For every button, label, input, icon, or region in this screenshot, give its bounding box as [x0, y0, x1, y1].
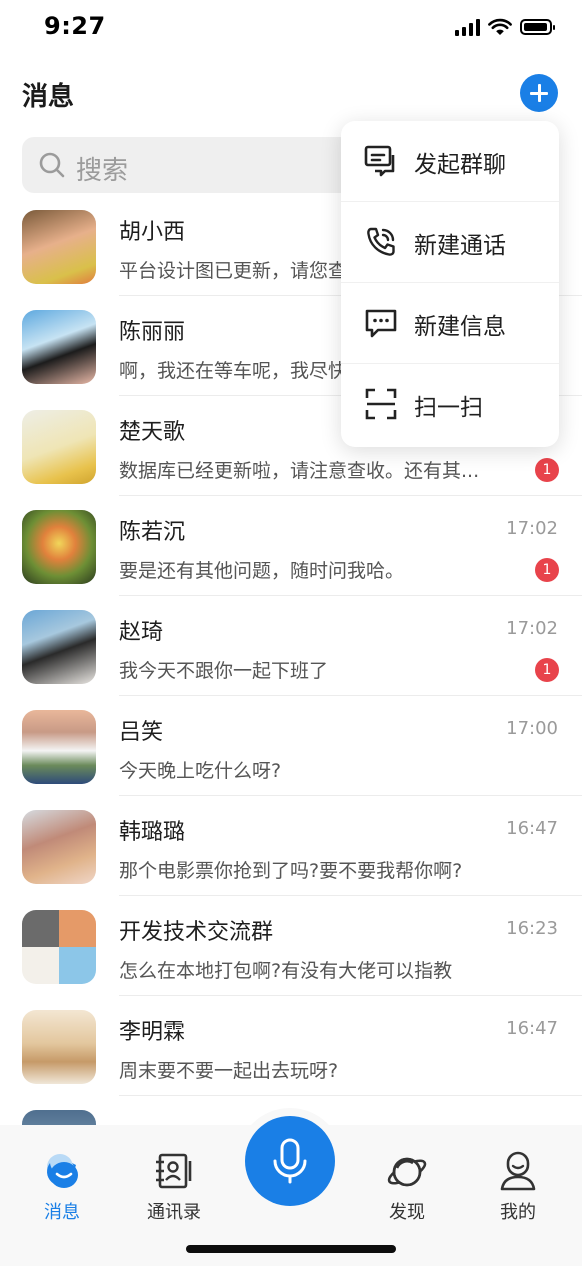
avatar — [22, 310, 96, 384]
nav-item-contacts[interactable]: 通讯录 — [124, 1125, 224, 1235]
nav-item-profile[interactable]: 我的 — [468, 1125, 568, 1235]
chat-time: 17:02 — [506, 518, 558, 539]
menu-item-label: 扫一扫 — [414, 395, 483, 421]
chat-preview: 数据库已经更新啦，请注意查收。还有其... — [119, 460, 480, 482]
chat-preview: 那个电影票你抢到了吗?要不要我帮你啊? — [119, 860, 463, 882]
voice-button[interactable] — [245, 1116, 335, 1206]
menu-item-new-message[interactable]: 新建信息 — [341, 283, 559, 364]
popup-menu: 发起群聊 新建通话 新建信息 扫一扫 — [341, 121, 559, 447]
menu-item-label: 新建通话 — [414, 233, 506, 259]
discover-icon — [387, 1157, 427, 1187]
avatar — [22, 910, 96, 984]
wifi-icon — [488, 18, 512, 35]
chat-item[interactable]: 陈若沉 要是还有其他问题，随时问我哈。 17:02 1 — [0, 496, 582, 596]
nav-item-messages[interactable]: 消息 — [12, 1125, 112, 1235]
new-message-icon — [365, 309, 397, 338]
search-placeholder: 搜索 — [76, 156, 129, 186]
nav-label: 消息 — [44, 1202, 80, 1223]
chat-time: 16:47 — [506, 818, 558, 839]
chat-preview: 今天晚上吃什么呀? — [119, 760, 282, 782]
chat-name: 李明霖 — [119, 1020, 186, 1045]
avatar — [22, 510, 96, 584]
chat-item[interactable]: 李明霖 周末要不要一起出去玩呀? 16:47 — [0, 996, 582, 1096]
nav-item-discover[interactable]: 发现 — [357, 1125, 457, 1235]
unread-badge: 1 — [535, 458, 559, 482]
signal-icon — [455, 18, 480, 36]
scan-icon — [365, 388, 397, 420]
menu-item-new-call[interactable]: 新建通话 — [341, 202, 559, 283]
status-bar: 9:27 — [0, 0, 582, 56]
chat-preview: 周末要不要一起出去玩呀? — [119, 1060, 339, 1082]
menu-item-scan[interactable]: 扫一扫 — [341, 364, 559, 445]
status-icons — [455, 18, 555, 36]
nav-label: 通讯录 — [147, 1202, 201, 1223]
chat-name: 韩璐璐 — [119, 820, 186, 845]
phone-call-icon — [367, 227, 395, 256]
avatar — [22, 1010, 96, 1084]
chat-item[interactable]: 赵琦 我今天不跟你一起下班了 17:02 1 — [0, 596, 582, 696]
message-icon — [47, 1154, 78, 1188]
avatar — [22, 610, 96, 684]
chat-name: 陈丽丽 — [119, 320, 186, 345]
chat-preview: 怎么在本地打包啊?有没有大佬可以指教 — [119, 960, 453, 982]
menu-item-group-chat[interactable]: 发起群聊 — [341, 121, 559, 202]
chat-item[interactable]: 吕笑 今天晚上吃什么呀? 17:00 — [0, 696, 582, 796]
nav-label: 我的 — [500, 1202, 536, 1223]
menu-item-label: 新建信息 — [414, 314, 506, 340]
unread-badge: 1 — [535, 658, 559, 682]
page-title: 消息 — [22, 82, 75, 112]
avatar — [22, 410, 96, 484]
avatar — [22, 210, 96, 284]
avatar — [22, 810, 96, 884]
chat-name: 楚天歌 — [119, 420, 186, 445]
chat-name: 赵琦 — [119, 620, 164, 645]
home-indicator — [186, 1245, 396, 1253]
chat-time: 16:23 — [506, 918, 558, 939]
nav-label: 发现 — [389, 1202, 425, 1223]
contacts-icon — [156, 1153, 192, 1189]
status-time: 9:27 — [44, 12, 106, 40]
chat-preview: 要是还有其他问题，随时问我哈。 — [119, 560, 405, 582]
avatar — [22, 710, 96, 784]
chat-preview: 我今天不跟你一起下班了 — [119, 660, 329, 682]
chat-time: 17:00 — [506, 718, 558, 739]
microphone-icon — [273, 1138, 307, 1184]
add-button[interactable] — [520, 74, 558, 112]
chat-name: 开发技术交流群 — [119, 920, 274, 945]
unread-badge: 1 — [535, 558, 559, 582]
profile-icon — [500, 1151, 536, 1191]
chat-name: 吕笑 — [119, 720, 164, 745]
chat-name: 陈若沉 — [119, 520, 186, 545]
group-chat-icon — [364, 145, 395, 177]
chat-item[interactable]: 韩璐璐 那个电影票你抢到了吗?要不要我帮你啊? 16:47 — [0, 796, 582, 896]
menu-item-label: 发起群聊 — [414, 152, 506, 178]
chat-preview: 啊，我还在等车呢，我尽快到 — [119, 360, 367, 382]
battery-icon — [520, 19, 555, 35]
chat-time: 17:02 — [506, 618, 558, 639]
search-icon — [39, 152, 65, 178]
chat-time: 16:47 — [506, 1018, 558, 1039]
chat-name: 胡小西 — [119, 220, 186, 245]
chat-item[interactable]: 开发技术交流群 怎么在本地打包啊?有没有大佬可以指教 16:23 — [0, 896, 582, 996]
